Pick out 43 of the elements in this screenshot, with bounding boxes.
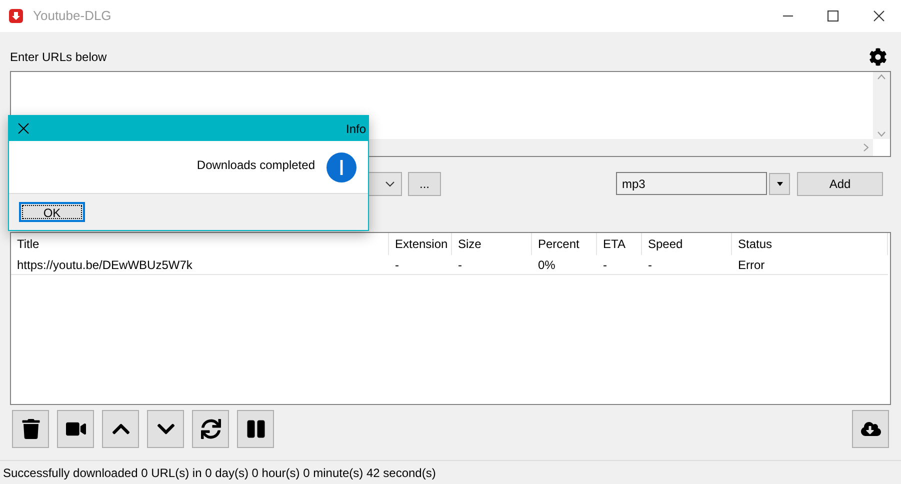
move-down-button[interactable]: [147, 410, 184, 448]
column-header[interactable]: Status: [732, 233, 888, 255]
ok-button[interactable]: OK: [19, 202, 85, 222]
delete-icon: [20, 419, 40, 439]
download-button[interactable]: [852, 410, 889, 448]
table-cell-text: 0%: [537, 256, 556, 274]
info-icon: [326, 152, 357, 182]
table-cell-text: -: [457, 256, 463, 274]
column-header[interactable]: Extension: [389, 233, 452, 255]
chevron-icon: [385, 180, 395, 186]
column-header[interactable]: Percent: [532, 233, 597, 255]
table-cell-text: -: [602, 256, 608, 274]
column-header[interactable]: ETA: [597, 233, 642, 255]
column-header[interactable]: Size: [452, 233, 532, 255]
status-text: Successfully downloaded 0 URL(s) in 0 day(s) 0 hour(s) 0 minute(s) 42 second(s): [3, 464, 436, 482]
table-cell-text: -: [394, 256, 400, 274]
window-title: Youtube-DLG: [33, 7, 112, 26]
dialog-title: Info: [346, 120, 366, 138]
close-icon[interactable]: [18, 123, 29, 134]
close-icon[interactable]: [873, 10, 885, 22]
table-cell-text: -: [647, 256, 653, 274]
table-cell-text: https://youtu.be/DEwWBUz5W7k: [16, 256, 194, 274]
maximize-icon[interactable]: [827, 10, 839, 22]
caret-icon: [776, 182, 782, 186]
dropdown-button[interactable]: [769, 172, 790, 194]
download-icon: [860, 419, 880, 439]
pause-icon: [246, 419, 266, 439]
reload-icon: [200, 419, 220, 439]
pause-button[interactable]: [237, 410, 274, 448]
reload-button[interactable]: [192, 410, 229, 448]
table-cell-text: Error: [737, 256, 766, 274]
column-header[interactable]: Speed: [642, 233, 732, 255]
move-up-button[interactable]: [102, 410, 139, 448]
settings-icon[interactable]: [869, 48, 887, 66]
app-icon: [9, 9, 23, 23]
column-header[interactable]: Title: [11, 233, 389, 255]
format-field[interactable]: mp3: [616, 172, 767, 195]
dialog-message: Downloads completed: [196, 157, 315, 174]
video-button[interactable]: [57, 410, 94, 448]
browse-button[interactable]: ...: [408, 172, 441, 196]
add-button[interactable]: Add: [797, 172, 883, 196]
delete-button[interactable]: [12, 410, 49, 448]
urls-label: Enter URLs below: [10, 49, 107, 66]
